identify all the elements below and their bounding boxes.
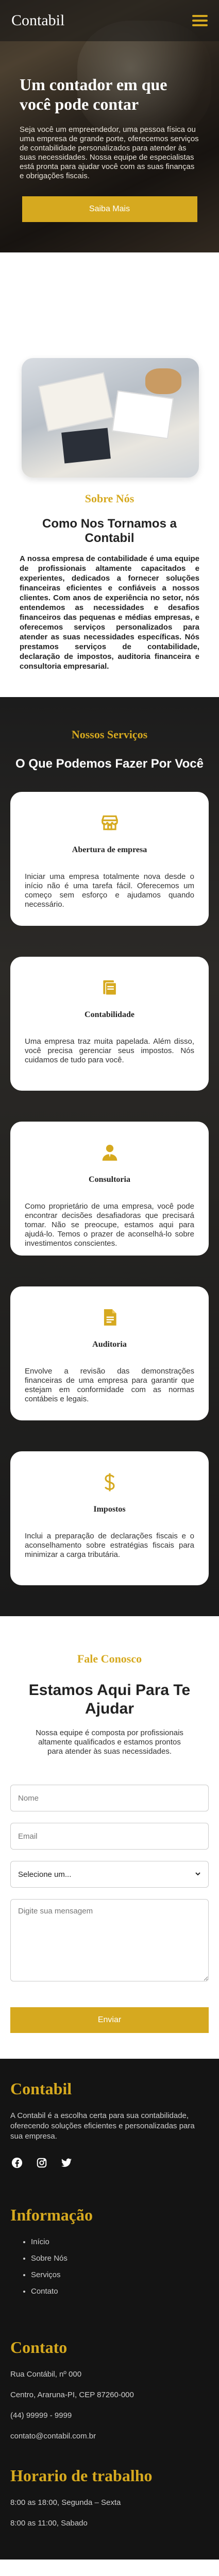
services-heading: O Que Podemos Fazer Por Você [15,757,204,771]
submit-button[interactable]: Enviar [10,2007,209,2033]
footer-hours-line: 8:00 as 18:00, Segunda – Sexta [10,2498,121,2507]
service-card-text: Como proprietário de uma empresa, você p… [25,1202,194,1248]
footer-links: Início Sobre Nós Serviços Contato [10,2237,209,2297]
facebook-icon[interactable] [10,2156,24,2170]
menu-bar [192,20,208,22]
service-card-title: Abertura de empresa [72,845,147,854]
service-card-text: Uma empresa traz muita papelada. Além di… [25,1037,194,1064]
store-icon [98,811,121,834]
menu-bar [192,15,208,17]
service-card-contabilidade: Contabilidade Uma empresa traz muita pap… [10,957,209,1091]
service-card-abertura: Abertura de empresa Iniciar uma empresa … [10,792,209,926]
about-image-cup [145,368,181,394]
about-section: Sobre Nós Como Nos Tornamos a Contabil A… [0,252,219,697]
footer-email[interactable]: contato@contabil.com.br [10,2431,209,2442]
service-card-auditoria: Auditoria Envolve a revisão das demonstr… [10,1286,209,1420]
footer-hours-title: Horario de trabalho [10,2466,153,2485]
document-icon [98,976,121,999]
hero-content: Um contador em que você pode contar Seja… [20,75,199,222]
hero-text: Seja você um empreendedor, uma pessoa fí… [20,125,199,180]
footer-hours-line: 8:00 as 11:00, Sabado [10,2519,88,2528]
about-image-paper [111,390,174,439]
brand-logo[interactable]: Contabil [11,12,64,29]
footer-link-home[interactable]: Início [31,2237,209,2247]
social-links [10,2156,209,2170]
about-heading: Como Nos Tornamos a Contabil [42,517,177,545]
service-card-title: Auditoria [92,1340,127,1349]
audit-report-icon [98,1306,121,1329]
consultant-icon [98,1141,121,1164]
twitter-icon[interactable] [60,2156,73,2170]
footer-brand: Contabil [10,2079,72,2098]
contact-tag: Fale Conosco [77,1652,142,1665]
about-image-paper [38,372,113,432]
instagram-icon[interactable] [35,2156,48,2170]
footer-contact-title: Contato [10,2338,68,2357]
chevron-down-icon [195,1870,201,1879]
service-card-consultoria: Consultoria Como proprietário de uma emp… [10,1122,209,1256]
service-card-impostos: Impostos Inclui a preparação de declaraç… [10,1451,209,1585]
service-card-text: Envolve a revisão das demonstrações fina… [25,1367,194,1403]
contact-section: Fale Conosco Estamos Aqui Para Te Ajudar… [0,1616,219,2059]
contact-text: Nossa equipe é composta por profissionai… [36,1728,183,1756]
footer-contact-info: Rua Contábil, nº 000 Centro, Araruna-PI,… [10,2369,209,2442]
about-image [22,358,199,478]
service-card-title: Impostos [93,1505,126,1514]
hero-title: Um contador em que você pode contar [20,75,167,113]
about-tag: Sobre Nós [85,492,134,505]
contact-heading: Estamos Aqui Para Te Ajudar [28,1682,191,1717]
select-value: Selecione um... [18,1870,72,1879]
service-card-text: Iniciar uma empresa totalmente nova desd… [25,872,194,909]
name-input[interactable] [10,1785,209,1811]
about-image-device [61,428,111,464]
service-card-text: Inclui a preparação de declarações fisca… [25,1532,194,1559]
footer-link-services[interactable]: Serviços [31,2270,209,2280]
service-card-title: Contabilidade [85,1010,134,1019]
footer-link-about[interactable]: Sobre Nós [31,2253,209,2264]
service-card-title: Consultoria [89,1175,130,1184]
about-text: A nossa empresa de contabilidade é uma e… [20,554,199,671]
hamburger-icon[interactable] [192,15,208,26]
site-footer: Contabil A Contabil é a escolha certa pa… [0,2059,219,2560]
footer-info-title: Informação [10,2206,93,2224]
subject-select[interactable]: Selecione um... [10,1861,209,1888]
email-input[interactable] [10,1823,209,1850]
footer-link-contact[interactable]: Contato [31,2286,209,2297]
message-textarea[interactable] [10,1899,209,1981]
footer-phone: (44) 99999 - 9999 [10,2411,72,2420]
menu-bar [192,24,208,26]
services-section: Nossos Serviços O Que Podemos Fazer Por … [0,697,219,1616]
services-tag: Nossos Serviços [71,728,148,741]
footer-address-line: Rua Contábil, nº 000 [10,2370,82,2379]
footer-address-line: Centro, Araruna-PI, CEP 87260-000 [10,2391,134,2399]
site-header: Contabil [0,0,219,41]
learn-more-button[interactable]: Saiba Mais [22,196,197,222]
dollar-icon [98,1471,121,1494]
footer-description: A Contabil é a escolha certa para sua co… [10,2111,195,2141]
